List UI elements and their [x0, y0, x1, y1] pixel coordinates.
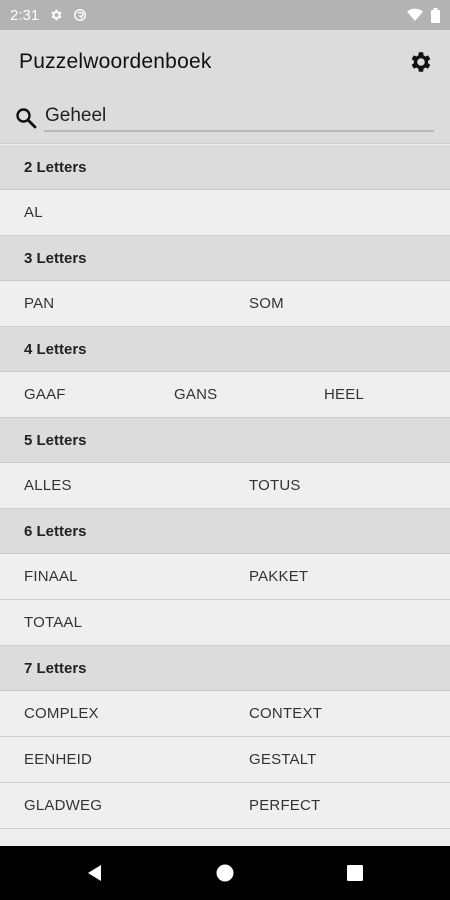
section-header: 7 Letters [0, 646, 450, 691]
search-bar [0, 94, 450, 144]
word-item[interactable]: COMPLEX [24, 691, 99, 736]
word-item[interactable]: SOM [249, 281, 284, 326]
word-item[interactable]: GLADWEG [24, 783, 102, 828]
word-row: GAAF GANS HEEL [0, 372, 450, 418]
app-bar: Puzzelwoordenboek [0, 30, 450, 94]
home-button[interactable] [215, 863, 235, 883]
settings-status-icon [49, 8, 63, 22]
word-item[interactable]: AL [24, 190, 43, 235]
word-item[interactable]: HEEL [324, 372, 364, 417]
recents-button[interactable] [345, 863, 365, 883]
word-row: EENHEID GESTALT [0, 737, 450, 783]
search-icon [14, 106, 38, 135]
word-row: FINAAL PAKKET [0, 554, 450, 600]
section-header: 6 Letters [0, 509, 450, 554]
word-item[interactable]: GESTALT [249, 737, 317, 782]
word-item[interactable]: CONTEXT [249, 691, 322, 736]
word-row: COMPLEX CONTEXT [0, 691, 450, 737]
word-list: 2 Letters AL 3 Letters PAN SOM 4 Letters GAAF G… [0, 145, 450, 846]
status-time: 2:31 [10, 6, 40, 24]
word-item[interactable]: GAAF [24, 372, 66, 417]
word-row: AL [0, 190, 450, 236]
word-row: TOTAAL [0, 600, 450, 646]
word-item[interactable]: PAKKET [249, 554, 308, 599]
section-header: 3 Letters [0, 236, 450, 281]
word-item[interactable]: GANS [174, 372, 217, 417]
home-icon [216, 864, 234, 882]
word-item[interactable]: TOTUS [249, 463, 301, 508]
word-row: ALLES TOTUS [0, 463, 450, 509]
app-title: Puzzelwoordenboek [19, 50, 212, 73]
word-item[interactable]: TOTAAL [24, 600, 82, 645]
word-item[interactable]: EENHEID [24, 737, 92, 782]
word-item[interactable]: PERFECT [249, 783, 320, 828]
gear-icon [411, 52, 431, 72]
word-item[interactable]: ALLES [24, 463, 72, 508]
word-item[interactable]: FINAAL [24, 554, 78, 599]
battery-icon [431, 7, 440, 23]
navigation-bar [0, 846, 450, 900]
section-header: 2 Letters [0, 145, 450, 190]
wifi-icon [407, 8, 423, 22]
recents-icon [347, 865, 363, 881]
word-item[interactable]: PAN [24, 281, 54, 326]
settings-button[interactable] [404, 46, 436, 78]
word-row: PAN SOM [0, 281, 450, 327]
section-header: 4 Letters [0, 327, 450, 372]
search-input[interactable] [44, 102, 434, 132]
sync-status-icon [73, 8, 87, 22]
word-row: GLADWEG PERFECT [0, 783, 450, 829]
back-button[interactable] [85, 863, 105, 883]
section-header: 5 Letters [0, 418, 450, 463]
back-icon [88, 865, 101, 881]
status-bar: 2:31 [0, 0, 450, 30]
